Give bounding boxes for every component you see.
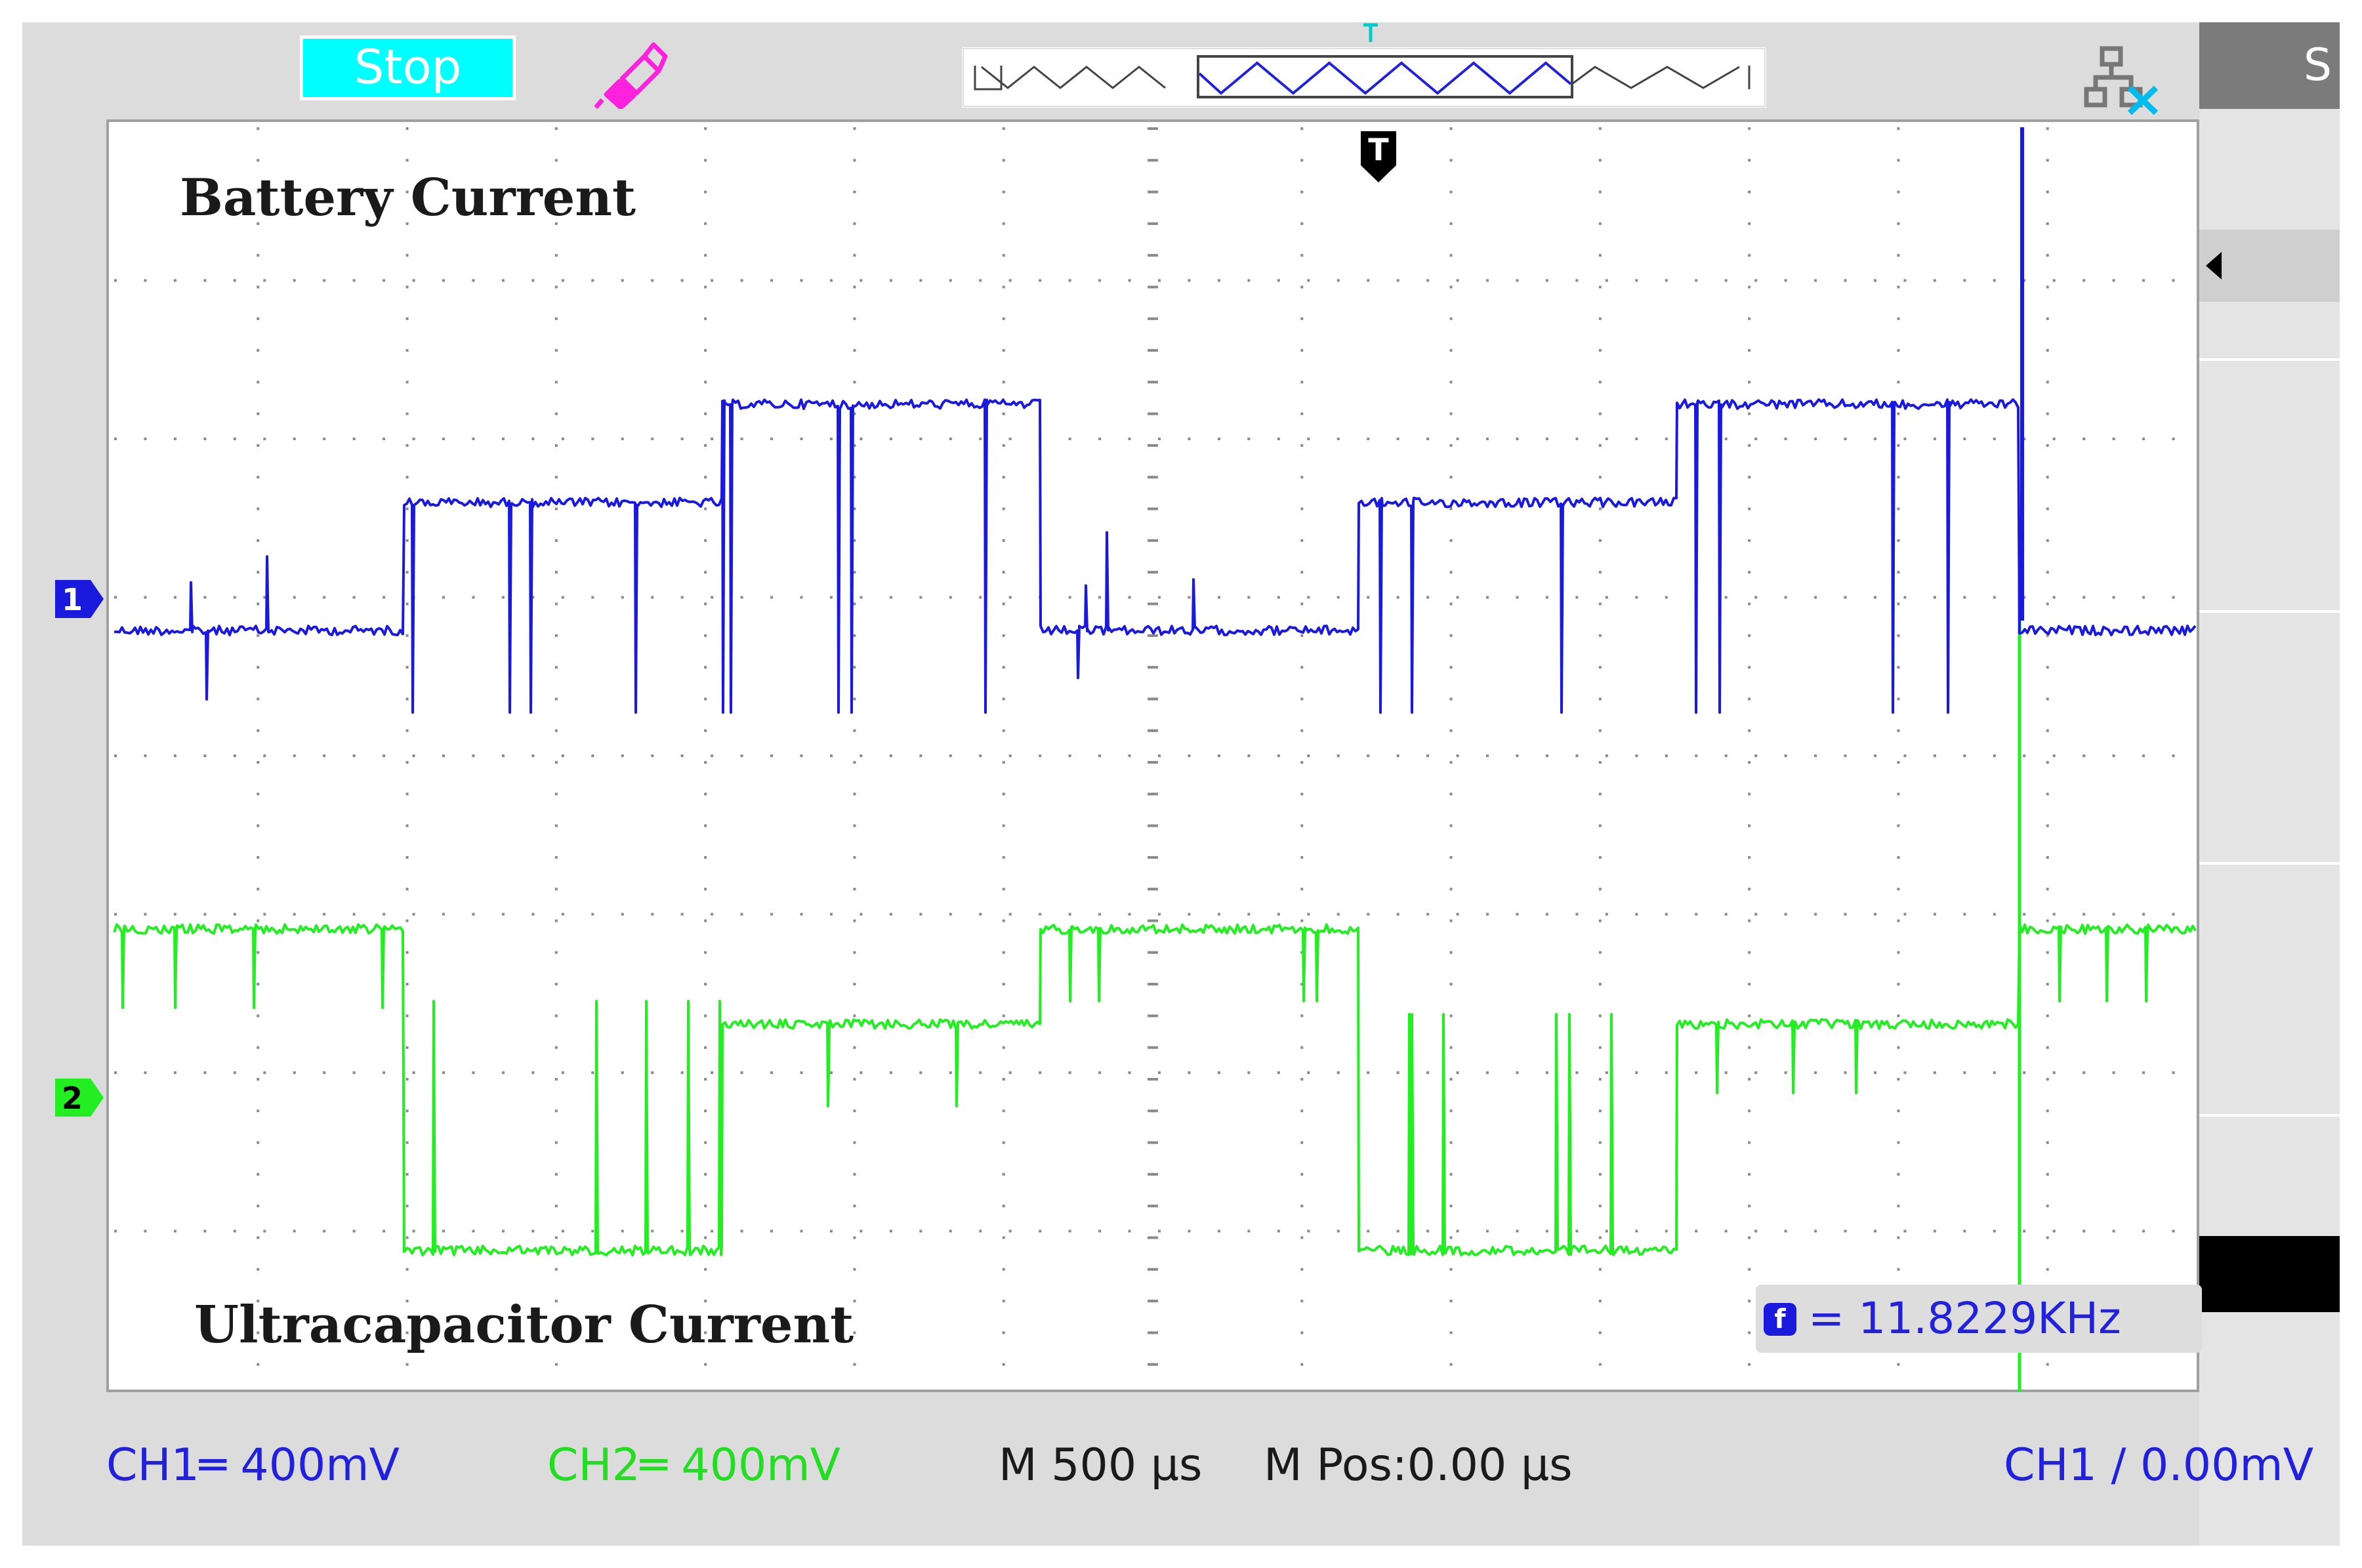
ultracapacitor-current-label: Ultracapacitor Current [194,1295,854,1355]
frequency-readout: f = 11.8229KHz [1756,1285,2202,1353]
status-bar: CH1═ 400mV CH2═ 400mV M 500 µs M Pos:0.0… [22,1420,2340,1512]
battery-current-label: Battery Current [180,168,636,228]
frequency-value: = 11.8229KHz [1808,1293,2121,1344]
waveform-display: T Battery Current Ultracapacitor Current… [106,119,2202,1392]
oscilloscope-screen: Stop S T Battery Current Ultracapacitor … [22,22,2340,1546]
timebase[interactable]: M 500 µs [999,1420,1202,1512]
channel-2-marker-label: 2 [62,1081,83,1116]
graticule-grid [114,127,2175,1366]
softkey-top[interactable]: S [2199,22,2340,109]
frequency-icon: f [1764,1303,1796,1336]
channel-1-marker[interactable]: 1 [54,579,105,619]
trigger-marker-icon: T [1361,131,1396,182]
channel-2-marker[interactable]: 2 [54,1077,105,1118]
softkey-divider [2199,862,2340,865]
ch1-scale[interactable]: CH1═ 400mV [106,1420,400,1512]
run-stop-button[interactable]: Stop [300,35,516,100]
trigger-marker-label: T [1368,132,1389,167]
horizontal-position[interactable]: M Pos:0.00 µs [1264,1420,1573,1512]
network-icon [2084,46,2159,115]
softkey-panel: S [2199,22,2340,1546]
triangle-left-icon [2206,252,2222,279]
ch2-scale[interactable]: CH2═ 400mV [547,1420,840,1512]
softkey-arrow-button[interactable] [2199,230,2340,302]
probe-icon [594,42,668,109]
channel-1-marker-label: 1 [62,582,83,617]
trigger-position-bar [962,47,1766,108]
trigger-info[interactable]: CH1 ∕ 0.00mV [2004,1420,2313,1512]
softkey-divider [2199,610,2340,613]
softkey-bottom[interactable] [2199,1236,2340,1312]
softkey-divider [2199,1114,2340,1117]
softkey-divider [2199,358,2340,361]
trigger-position-marker-icon [1363,23,1378,42]
